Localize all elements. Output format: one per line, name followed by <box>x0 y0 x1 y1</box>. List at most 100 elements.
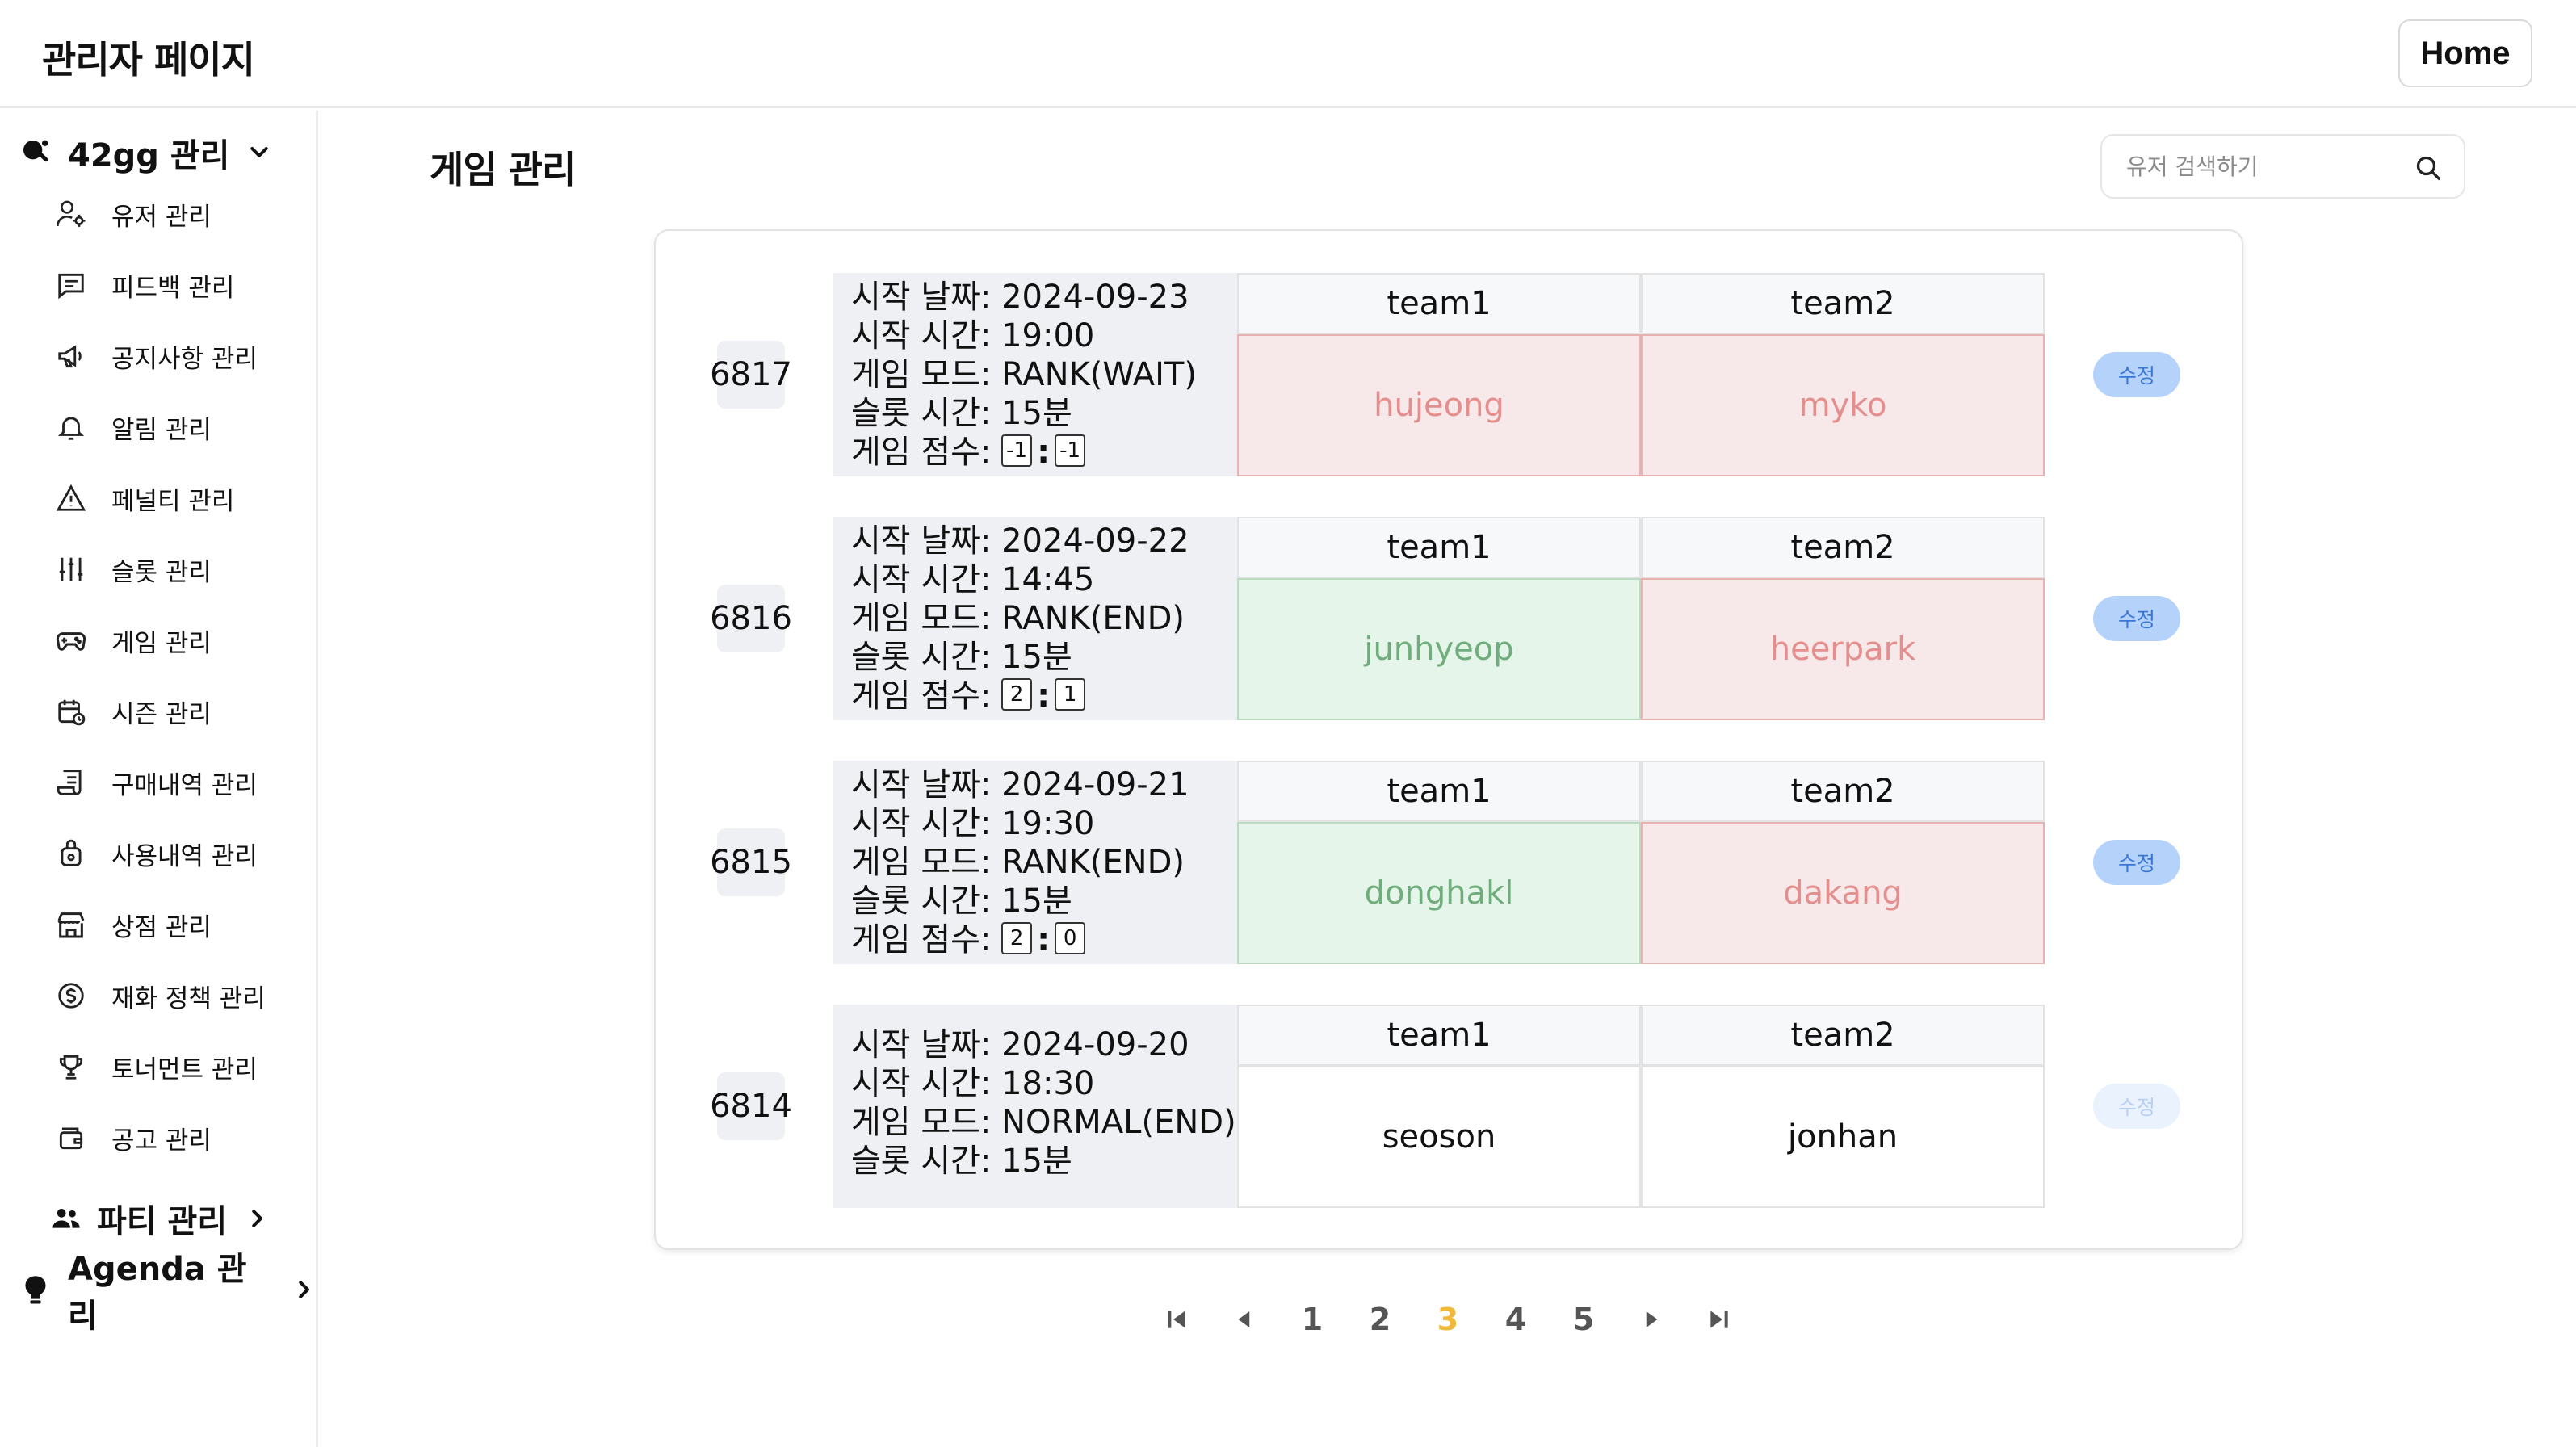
edit-button[interactable]: 수정 <box>2093 352 2180 397</box>
team2-score: 1 <box>1055 678 1086 711</box>
game-score: 게임 점수: 2:1 <box>851 677 1237 715</box>
first-page-icon[interactable] <box>1155 1290 1198 1348</box>
sidebar-item-game[interactable]: 게임 관리 <box>53 616 212 665</box>
home-button[interactable]: Home <box>2398 19 2532 87</box>
team1-player: donghakl <box>1237 822 1641 964</box>
sidebar-item-season[interactable]: 시즌 관리 <box>53 687 212 736</box>
team2-header: team2 <box>1641 761 2045 822</box>
game-info: 시작 날짜: 2024-09-21 시작 시간: 19:30 게임 모드: RA… <box>833 761 1237 964</box>
team2-player: jonhan <box>1641 1066 2045 1208</box>
sidebar-item-label: 공고 관리 <box>111 1126 212 1156</box>
team1-player: seoson <box>1237 1066 1641 1208</box>
store-icon <box>53 907 89 942</box>
agenda-badge-icon <box>19 1273 52 1306</box>
sidebar-group-42gg[interactable]: 42gg 관리 <box>19 127 271 178</box>
team2-header: team2 <box>1641 273 2045 334</box>
team2-score: 0 <box>1055 922 1086 954</box>
sidebar-item-label: 알림 관리 <box>111 415 212 445</box>
edit-button-disabled: 수정 <box>2093 1084 2180 1129</box>
sidebar-item-recruit[interactable]: 공고 관리 <box>53 1114 212 1162</box>
sidebar-item-tournament[interactable]: 토너먼트 관리 <box>53 1042 258 1091</box>
start-date: 시작 날짜: 2024-09-21 <box>851 766 1189 803</box>
game-id: 6815 <box>710 828 792 896</box>
calendar-clock-icon <box>53 694 89 729</box>
user-gear-icon <box>53 196 89 232</box>
people-icon <box>50 1202 82 1235</box>
sidebar-item-currency[interactable]: 재화 정책 관리 <box>53 971 266 1020</box>
last-page-icon[interactable] <box>1697 1290 1741 1348</box>
sidebar-item-label: 게임 관리 <box>111 628 212 658</box>
sidebar-item-label: 공지사항 관리 <box>111 344 258 374</box>
start-time: 시작 시간: 14:45 <box>851 561 1095 598</box>
trophy-icon <box>53 1049 89 1084</box>
sidebar-item-feedback[interactable]: 피드백 관리 <box>53 261 234 309</box>
team1-header: team1 <box>1237 273 1641 334</box>
game-info: 시작 날짜: 2024-09-23 시작 시간: 19:00 게임 모드: RA… <box>833 273 1237 476</box>
edit-button[interactable]: 수정 <box>2093 840 2180 885</box>
sidebar-item-label: 재화 정책 관리 <box>111 984 266 1013</box>
game-mode: 게임 모드: RANK(END) <box>851 600 1185 637</box>
chevron-right-icon <box>292 1277 316 1302</box>
user-search-box <box>2100 134 2465 199</box>
sidebar-item-label: 피드백 관리 <box>111 273 235 303</box>
page-link-3-current[interactable]: 3 <box>1426 1290 1470 1348</box>
sidebar-group-label: 파티 관리 <box>97 1203 228 1240</box>
sidebar-item-notice[interactable]: 공지사항 관리 <box>53 332 258 380</box>
team1-header: team1 <box>1237 761 1641 822</box>
sidebar-item-users[interactable]: 유저 관리 <box>53 190 212 238</box>
sidebar-group-label: Agenda 관리 <box>68 1251 247 1335</box>
game-row: 6817 시작 날짜: 2024-09-23 시작 시간: 19:00 게임 모… <box>656 273 2245 476</box>
sidebar-item-label: 구매내역 관리 <box>111 770 258 800</box>
game-id: 6814 <box>710 1072 792 1140</box>
game-mode: 게임 모드: RANK(WAIT) <box>851 356 1197 393</box>
team2-header: team2 <box>1641 517 2045 578</box>
sidebar-item-store[interactable]: 상점 관리 <box>53 900 212 949</box>
sidebar: 42gg 관리 유저 관리 피드백 관리 공지사항 관리 알림 관리 페널티 관… <box>0 111 318 1447</box>
slot-time: 슬롯 시간: 15분 <box>851 639 1072 676</box>
team2-player: myko <box>1641 334 2045 476</box>
pagination: 1 2 3 4 5 <box>1155 1290 1744 1348</box>
page-link-2[interactable]: 2 <box>1358 1290 1402 1348</box>
message-icon <box>53 267 89 303</box>
gamepad-icon <box>53 623 89 658</box>
game-mode: 게임 모드: RANK(END) <box>851 844 1185 881</box>
sidebar-item-slot[interactable]: 슬롯 관리 <box>53 545 212 593</box>
start-date: 시작 날짜: 2024-09-20 <box>851 1026 1189 1063</box>
sidebar-item-label: 유저 관리 <box>111 202 212 232</box>
sliders-icon <box>53 552 89 587</box>
team1-score: 2 <box>1001 678 1033 711</box>
sidebar-item-label: 시즌 관리 <box>111 699 212 729</box>
warning-icon <box>53 480 89 516</box>
sidebar-item-notification[interactable]: 알림 관리 <box>53 403 212 451</box>
page-link-5[interactable]: 5 <box>1562 1290 1605 1348</box>
megaphone-icon <box>53 338 89 374</box>
game-row: 6815 시작 날짜: 2024-09-21 시작 시간: 19:30 게임 모… <box>656 761 2245 964</box>
app-title: 관리자 페이지 <box>42 38 255 82</box>
game-info: 시작 날짜: 2024-09-22 시작 시간: 14:45 게임 모드: RA… <box>833 517 1237 720</box>
sidebar-group-agenda[interactable]: Agenda 관리 <box>19 1251 316 1335</box>
search-input[interactable] <box>2126 149 2401 184</box>
next-page-icon[interactable] <box>1630 1290 1673 1348</box>
page-link-4[interactable]: 4 <box>1494 1290 1538 1348</box>
ping-pong-icon <box>19 136 52 169</box>
edit-button[interactable]: 수정 <box>2093 596 2180 641</box>
sidebar-item-penalty[interactable]: 페널티 관리 <box>53 474 234 522</box>
receipt-icon <box>53 765 89 800</box>
team1-score: -1 <box>1001 434 1033 467</box>
score-label: 게임 점수: <box>851 677 992 715</box>
slot-time: 슬롯 시간: 15분 <box>851 395 1072 432</box>
sidebar-item-usage[interactable]: 사용내역 관리 <box>53 829 258 878</box>
score-label: 게임 점수: <box>851 434 992 471</box>
game-score: 게임 점수: 2:0 <box>851 921 1237 959</box>
game-id: 6817 <box>710 341 792 409</box>
prev-page-icon[interactable] <box>1223 1290 1266 1348</box>
team1-player: junhyeop <box>1237 578 1641 720</box>
search-icon[interactable] <box>2412 152 2444 184</box>
sidebar-item-purchase[interactable]: 구매내역 관리 <box>53 758 258 807</box>
start-time: 시작 시간: 19:30 <box>851 805 1095 842</box>
page-link-1[interactable]: 1 <box>1290 1290 1334 1348</box>
team1-player: hujeong <box>1237 334 1641 476</box>
team1-score: 2 <box>1001 922 1033 954</box>
team2-header: team2 <box>1641 1005 2045 1066</box>
sidebar-group-party[interactable]: 파티 관리 <box>50 1193 269 1244</box>
